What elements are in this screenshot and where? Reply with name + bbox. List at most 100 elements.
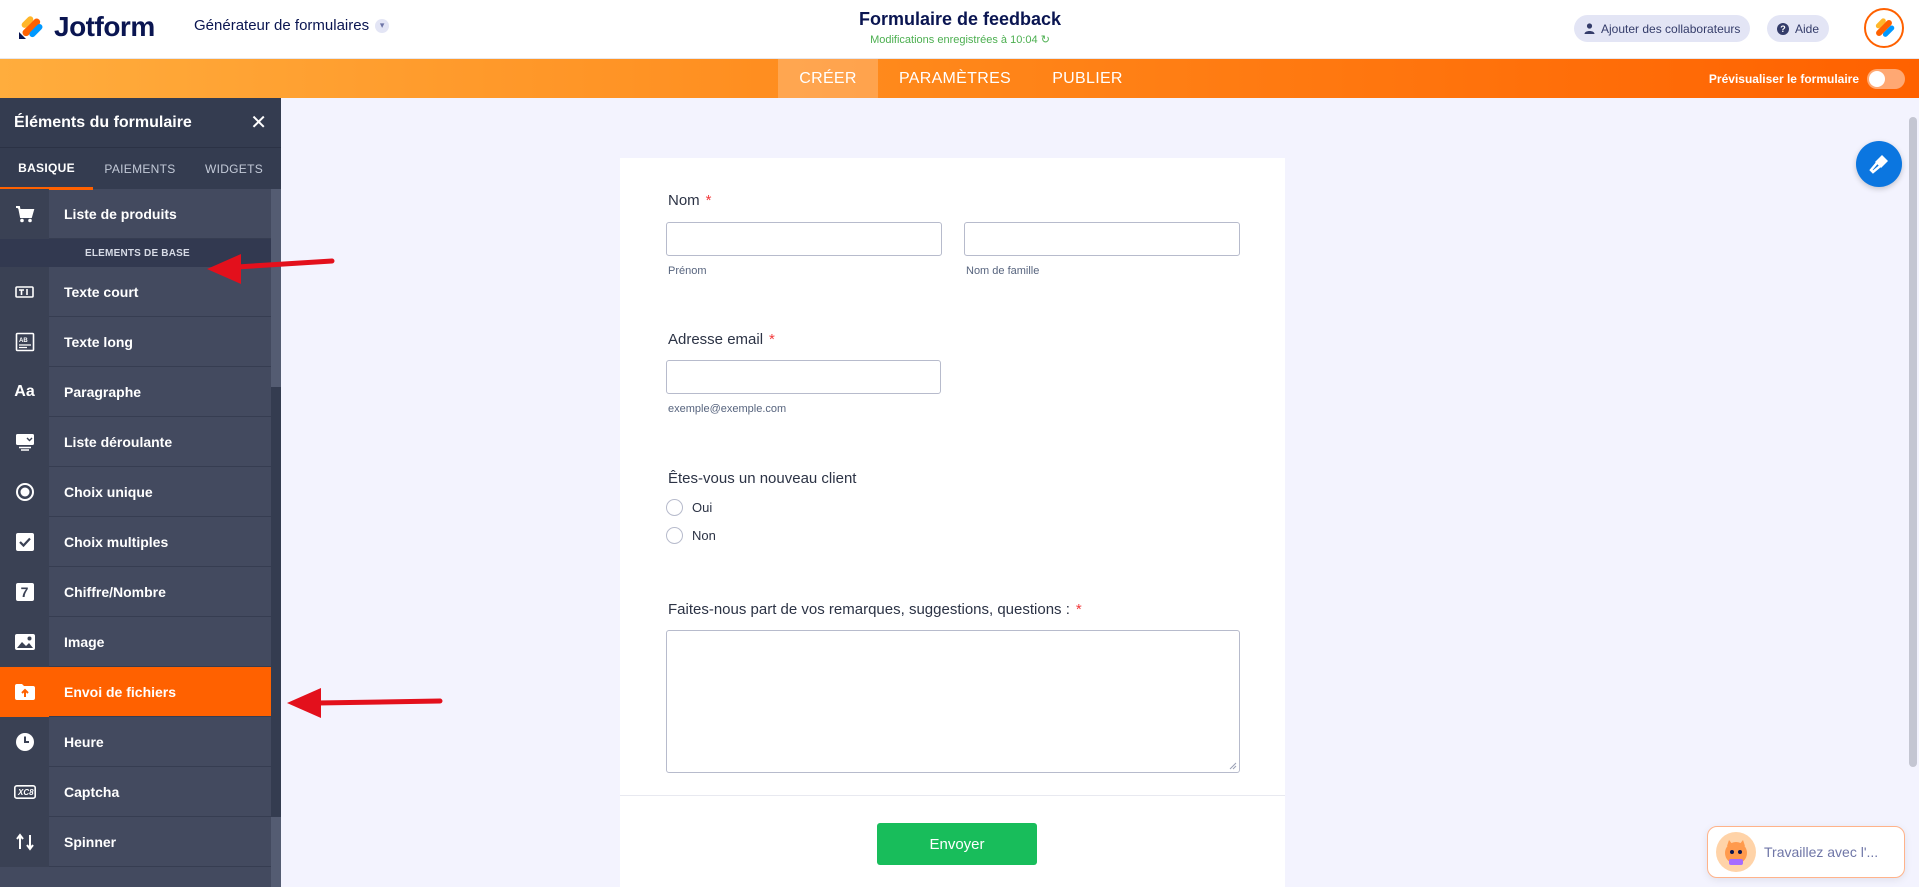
sidebar-scrollbar-thumb[interactable] xyxy=(271,387,281,817)
form-designer-button[interactable] xyxy=(1856,141,1902,187)
form-card: Nom * Prénom Nom de famille Adresse email… xyxy=(620,158,1285,887)
ai-agent-chat-button[interactable]: Travaillez avec l'... xyxy=(1707,826,1905,878)
radio-button[interactable] xyxy=(666,527,683,544)
paragraph-icon: Aa xyxy=(0,366,49,417)
required-marker: * xyxy=(1075,601,1082,618)
checkbox-icon xyxy=(0,516,49,567)
email-input[interactable] xyxy=(666,360,941,394)
sidebar-item-label: Choix multiples xyxy=(64,533,169,550)
submit-button[interactable]: Envoyer xyxy=(877,823,1037,865)
sidebar-item-label: Liste déroulante xyxy=(64,433,173,450)
new-client-question[interactable]: Êtes-vous un nouveau client xyxy=(668,470,856,487)
help-icon: ? xyxy=(1777,22,1789,35)
tab-payments[interactable]: PAIEMENTS xyxy=(93,148,187,190)
first-name-sublabel: Prénom xyxy=(668,265,707,277)
remarks-question[interactable]: Faites-nous part de vos remarques, sugge… xyxy=(668,601,1082,618)
sidebar-item-label: Liste de produits xyxy=(64,205,177,222)
form-elements-sidebar: Éléments du formulaire ✕ BASIQUE PAIEMEN… xyxy=(0,98,281,887)
image-icon xyxy=(0,616,49,667)
form-title-block: Formulaire de feedback Modifications enr… xyxy=(760,9,1160,46)
sidebar-item-label: Envoi de fichiers xyxy=(64,683,177,700)
logo-text: Jotform xyxy=(54,11,155,42)
help-button[interactable]: ? Aide xyxy=(1767,15,1830,42)
tab-create[interactable]: CRÉER xyxy=(778,59,878,98)
sidebar-item-file-upload[interactable]: Envoi de fichiers xyxy=(0,666,271,717)
sidebar-tabs: BASIQUE PAIEMENTS WIDGETS xyxy=(0,147,281,190)
tab-basic[interactable]: BASIQUE xyxy=(0,148,93,190)
add-collaborators-button[interactable]: Ajouter des collaborateurs xyxy=(1574,15,1751,42)
last-name-input[interactable] xyxy=(964,222,1240,256)
agent-avatar-icon xyxy=(1716,832,1756,872)
help-label: Aide xyxy=(1795,21,1820,36)
sidebar-item-time[interactable]: Heure xyxy=(0,716,271,767)
email-question[interactable]: Adresse email * xyxy=(668,331,775,348)
sidebar-item-single-choice[interactable]: Choix unique xyxy=(0,466,271,517)
add-collaborators-label: Ajouter des collaborateurs xyxy=(1601,21,1741,36)
sidebar-item-label: Paragraphe xyxy=(64,383,142,400)
sidebar-item-paragraph[interactable]: Aa Paragraphe xyxy=(0,366,271,417)
sidebar-item-long-text[interactable]: AB Texte long xyxy=(0,316,271,367)
sidebar-item-image[interactable]: Image xyxy=(0,616,271,667)
last-name-sublabel: Nom de famille xyxy=(966,265,1040,277)
builder-nav: CRÉER PARAMÈTRES PUBLIER Prévisualiser l… xyxy=(0,59,1919,98)
sidebar-header: Éléments du formulaire ✕ xyxy=(0,98,281,147)
sidebar-item-spinner[interactable]: Spinner xyxy=(0,816,271,867)
user-icon xyxy=(1584,23,1595,34)
resize-handle-icon[interactable] xyxy=(1229,762,1237,770)
save-status: Modifications enregistrées à 10:04 ↻ xyxy=(760,33,1160,46)
radio-option-label: Oui xyxy=(692,500,713,515)
tab-publish[interactable]: PUBLIER xyxy=(1045,59,1130,98)
sidebar-title: Éléments du formulaire xyxy=(14,113,192,131)
annotation-arrow-section xyxy=(207,254,335,284)
name-label: Nom xyxy=(668,192,700,209)
sidebar-item-multiple-choice[interactable]: Choix multiples xyxy=(0,516,271,567)
sidebar-item-label: Choix unique xyxy=(64,483,153,500)
remarks-textarea[interactable] xyxy=(666,630,1240,773)
svg-text:AB: AB xyxy=(19,338,28,344)
sidebar-item-product-list[interactable]: Liste de produits xyxy=(0,188,271,239)
radio-option-oui[interactable]: Oui xyxy=(666,499,712,516)
tab-widgets[interactable]: WIDGETS xyxy=(187,148,281,190)
number-glyph: 7 xyxy=(15,582,34,601)
chevron-down-icon: ▾ xyxy=(375,18,390,33)
file-upload-icon xyxy=(0,666,49,717)
preview-toggle[interactable] xyxy=(1867,69,1905,89)
number-icon: 7 xyxy=(0,566,49,617)
save-status-text: Modifications enregistrées à 10:04 xyxy=(870,34,1038,46)
page-scrollbar-thumb[interactable] xyxy=(1909,117,1917,767)
remarks-label: Faites-nous part de vos remarques, sugge… xyxy=(668,601,1070,618)
tab-settings[interactable]: PARAMÈTRES xyxy=(890,59,1020,98)
email-label: Adresse email xyxy=(668,331,764,348)
avatar-icon xyxy=(1875,18,1895,37)
sidebar-item-label: Heure xyxy=(64,733,104,750)
close-icon[interactable]: ✕ xyxy=(250,110,267,135)
preview-toggle-group: Prévisualiser le formulaire xyxy=(1709,69,1905,89)
builder-menu[interactable]: Générateur de formulaires ▾ xyxy=(194,17,390,34)
form-title[interactable]: Formulaire de feedback xyxy=(760,9,1160,30)
email-sublabel: exemple@exemple.com xyxy=(668,403,787,415)
dropdown-icon xyxy=(0,416,49,467)
builder-menu-label: Générateur de formulaires xyxy=(194,17,370,34)
chat-text: Travaillez avec l'... xyxy=(1764,844,1879,860)
jotform-logo[interactable]: Jotform xyxy=(16,9,155,45)
first-name-input[interactable] xyxy=(666,222,942,256)
radio-icon xyxy=(0,466,49,517)
refresh-icon: ↻ xyxy=(1040,34,1050,46)
jotform-logo-icon xyxy=(19,16,43,39)
sidebar-item-label: Image xyxy=(64,633,105,650)
sidebar-item-label: Chiffre/Nombre xyxy=(64,583,166,600)
required-marker: * xyxy=(705,192,712,209)
long-text-icon: AB xyxy=(0,316,49,367)
sidebar-item-dropdown[interactable]: Liste déroulante xyxy=(0,416,271,467)
sidebar-item-number[interactable]: 7 Chiffre/Nombre xyxy=(0,566,271,617)
radio-button[interactable] xyxy=(666,499,683,516)
sidebar-item-label: Texte court xyxy=(64,283,139,300)
name-question[interactable]: Nom * xyxy=(668,192,712,209)
avatar[interactable] xyxy=(1864,8,1904,48)
radio-option-non[interactable]: Non xyxy=(666,527,716,544)
captcha-icon: XC8 xyxy=(0,766,49,817)
sidebar-item-captcha[interactable]: XC8 Captcha xyxy=(0,766,271,817)
required-marker: * xyxy=(769,331,775,348)
svg-text:XC8: XC8 xyxy=(17,788,34,797)
sidebar-item-label: Captcha xyxy=(64,783,120,800)
